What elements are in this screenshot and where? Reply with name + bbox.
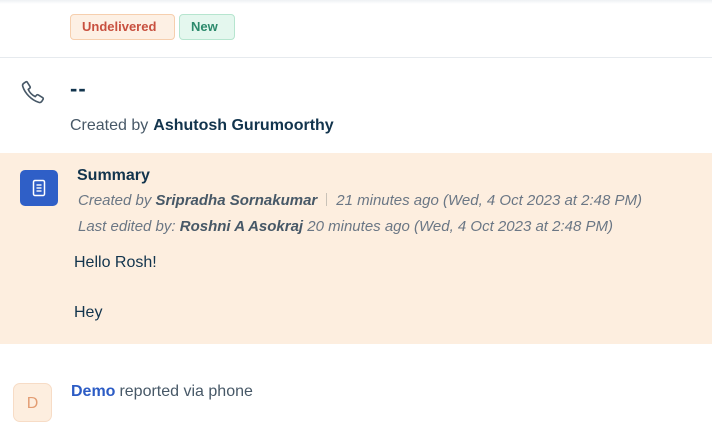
summary-note: Summary Created by Sripradha Sornakumar 2… xyxy=(0,153,712,344)
note-body-line: Hello Rosh! xyxy=(74,254,157,271)
created-by-name: Ashutosh Gurumoorthy xyxy=(153,117,334,134)
phone-icon xyxy=(21,80,45,104)
summary-edited-name: Roshni A Asokraj xyxy=(179,218,304,235)
undelivered-badge: Undelivered xyxy=(70,14,175,40)
summary-edited-label: Last edited by: xyxy=(78,218,176,235)
call-title: -- xyxy=(70,76,87,101)
ticket-header-bar: Undelivered New xyxy=(0,0,712,58)
note-body-line: Hey xyxy=(74,304,103,321)
summary-edited-time: 20 minutes ago (Wed, 4 Oct 2023 at 2:48 … xyxy=(307,218,614,235)
created-by-label: Created by xyxy=(70,117,149,134)
avatar: D xyxy=(13,383,52,422)
summary-created-name: Sripradha Sornakumar xyxy=(155,192,318,209)
meta-divider xyxy=(326,193,328,206)
reporter-line: Demo reported via phone xyxy=(71,383,253,401)
header-shadow xyxy=(0,0,712,4)
note-icon xyxy=(20,170,58,206)
new-status-badge: New xyxy=(179,14,235,40)
summary-created-meta: Created by Sripradha Sornakumar 21 minute… xyxy=(78,192,642,209)
summary-edited-meta: Last edited by: Roshni A Asokraj 20 minu… xyxy=(78,218,613,235)
summary-created-time: 21 minutes ago (Wed, 4 Oct 2023 at 2:48 … xyxy=(336,192,642,209)
summary-title: Summary xyxy=(77,167,150,184)
reporter-text: reported via phone xyxy=(119,383,253,400)
reporter-name-link[interactable]: Demo xyxy=(71,383,115,400)
call-created-by: Created by Ashutosh Gurumoorthy xyxy=(70,117,334,135)
summary-created-label: Created by xyxy=(78,192,152,209)
